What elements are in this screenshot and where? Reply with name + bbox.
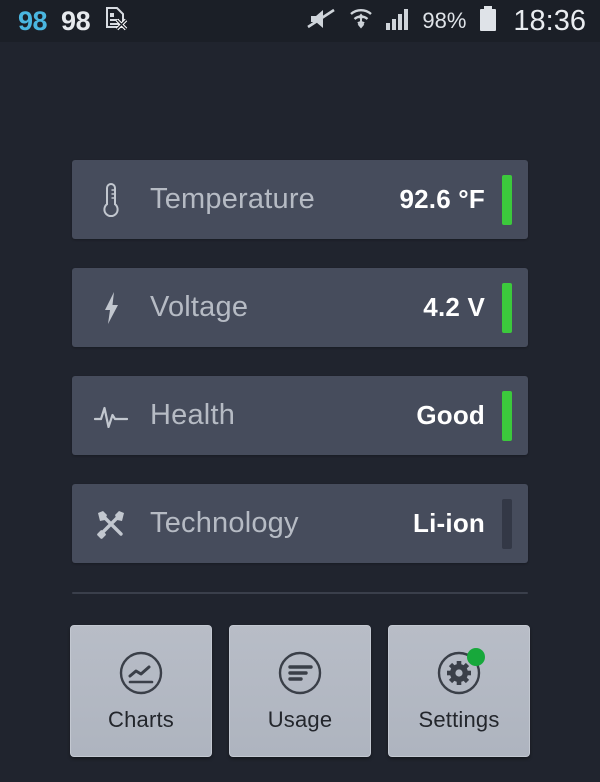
tools-icon	[94, 504, 128, 544]
charts-button[interactable]: Charts	[70, 625, 212, 757]
status-battery-percent: 98%	[422, 8, 467, 33]
status-bar: 98 98 98% 18:36	[0, 0, 600, 42]
info-card-value: 92.6 °F	[399, 184, 485, 214]
charts-button-label: Charts	[108, 707, 174, 732]
battery-info-list: Temperature 92.6 °F Voltage 4.2 V Health	[72, 160, 528, 592]
settings-button-label: Settings	[418, 707, 500, 732]
chart-circle-icon	[117, 649, 165, 697]
mute-icon	[307, 7, 337, 36]
status-indicator-bar	[502, 390, 512, 441]
status-indicator-bar	[502, 498, 512, 549]
status-indicator-bar	[502, 174, 512, 225]
status-clock: 18:36	[513, 4, 586, 37]
sim-card-off-icon	[104, 6, 128, 37]
app-screen: 98 98 98% 18:36 Temperature 92.6 °F Volt…	[0, 0, 600, 782]
settings-button[interactable]: Settings	[388, 625, 530, 757]
usage-bars-circle-icon	[276, 649, 324, 697]
status-bar-left: 98 98	[18, 6, 128, 37]
thermometer-icon	[94, 180, 128, 220]
signal-icon	[385, 7, 411, 36]
settings-notification-badge	[467, 648, 485, 666]
info-card-label: Temperature	[150, 183, 315, 215]
info-card-voltage[interactable]: Voltage 4.2 V	[72, 268, 528, 347]
pulse-icon	[94, 396, 128, 436]
info-card-label: Technology	[150, 507, 299, 539]
status-indicator-bar	[502, 282, 512, 333]
info-card-value: Good	[416, 400, 485, 430]
info-card-label: Health	[150, 399, 236, 431]
info-card-temperature[interactable]: Temperature 92.6 °F	[72, 160, 528, 239]
info-card-health[interactable]: Health Good	[72, 376, 528, 455]
status-battery-accent-number: 98	[18, 5, 48, 36]
status-bar-right: 98% 18:36	[307, 5, 586, 38]
info-card-value: 4.2 V	[423, 292, 485, 322]
info-card-label: Voltage	[150, 291, 249, 323]
gear-circle-icon	[435, 648, 485, 697]
status-battery-plain-number: 98	[61, 5, 91, 36]
info-card-value: Li-ion	[413, 508, 485, 538]
lightning-bolt-icon	[94, 288, 128, 328]
wifi-icon	[348, 6, 374, 37]
usage-button-label: Usage	[267, 707, 333, 732]
battery-icon	[477, 5, 499, 38]
bottom-button-row: Charts Usage Settings	[70, 625, 530, 757]
info-card-technology[interactable]: Technology Li-ion	[72, 484, 528, 563]
section-divider	[72, 592, 528, 594]
usage-button[interactable]: Usage	[229, 625, 371, 757]
